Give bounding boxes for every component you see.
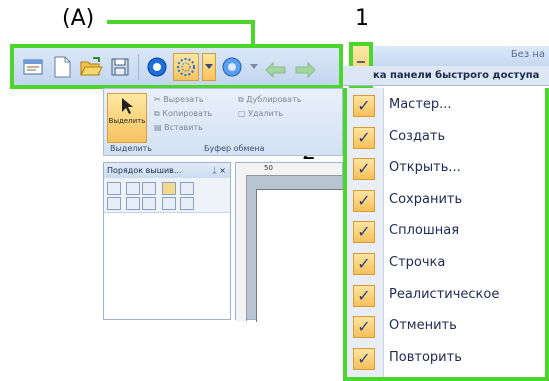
horizontal-ruler: 50 [236, 163, 342, 176]
checkmark-icon: ✓ [353, 189, 375, 212]
sewing-order-panel: Порядок вышив... ᛣ × [103, 162, 231, 320]
pointer-icon [122, 98, 133, 114]
cut-label: Вырезать [163, 95, 204, 104]
redo-icon [295, 61, 316, 78]
panel-tool-group-icon[interactable] [126, 197, 140, 210]
panel-title: Порядок вышив... [107, 166, 182, 175]
wizard-icon [23, 59, 43, 74]
checkmark-icon: ✓ [353, 253, 375, 275]
undo-icon [265, 61, 286, 78]
menu-item-label: Создать [389, 128, 446, 144]
select-button-label: Выделить [108, 117, 146, 125]
panel-tool-move-icon[interactable] [107, 197, 121, 210]
panel-header: Порядок вышив... ᛣ × [104, 163, 230, 178]
panel-tool-lock-icon[interactable] [162, 182, 176, 195]
customize-menu-title: ка панели быстрого доступа [343, 66, 549, 86]
cut-button[interactable]: ✂ Вырезать [154, 95, 204, 104]
save-button[interactable] [107, 53, 133, 81]
delete-label: Удалить [248, 109, 284, 118]
stitch-view-icon [177, 57, 195, 76]
menu-item-save[interactable]: ✓ Сохранить [347, 187, 549, 215]
menu-item-wizard[interactable]: ✓ Мастер... [347, 92, 549, 120]
menu-item-label: Повторить [389, 349, 462, 365]
chevron-down-icon [250, 63, 258, 69]
panel-tool-order2-icon[interactable] [142, 182, 156, 195]
callout-1: 1 [355, 6, 369, 31]
solid-view-icon [147, 57, 167, 76]
menu-item-redo[interactable]: ✓ Повторить [347, 345, 549, 373]
callout-a-leader-v [251, 20, 255, 46]
menu-item-stitch[interactable]: ✓ Строчка [347, 250, 549, 278]
panel-tool-zoom-icon[interactable] [107, 182, 121, 195]
save-icon [111, 58, 129, 75]
duplicate-button[interactable]: ⧉ Дублировать [238, 95, 301, 105]
ribbon-group-select: Выделить [110, 144, 152, 153]
new-button[interactable] [49, 53, 75, 81]
open-folder-icon [80, 56, 103, 75]
menu-item-open[interactable]: ✓ Открыть... [347, 155, 549, 183]
menu-item-new[interactable]: ✓ Создать [347, 124, 549, 152]
menu-item-label: Сохранить [389, 191, 463, 207]
window-title: Без на [510, 49, 545, 60]
design-canvas[interactable]: 50 [235, 162, 345, 322]
panel-tool-order-icon[interactable] [126, 182, 140, 195]
checkmark-icon: ✓ [353, 316, 375, 339]
paste-label: Вставить [164, 123, 203, 132]
design-page [256, 189, 345, 322]
callout-a: (A) [62, 6, 95, 31]
ribbon: Выделить ✂ Вырезать ⧉ Копировать ▤ Встав… [103, 88, 343, 156]
menu-item-label: Реалистическое [389, 286, 500, 302]
redo-button[interactable] [292, 53, 318, 81]
customize-quick-access-menu: ✓ Мастер... ✓ Создать ✓ Открыть... ✓ Сохранить ✓… [343, 88, 549, 381]
ribbon-group-clipboard: Буфер обмена [204, 144, 265, 153]
select-button[interactable]: Выделить [107, 93, 147, 143]
panel-toolbar [104, 178, 230, 213]
toolbar-separator [138, 53, 139, 80]
vertical-ruler [236, 175, 247, 321]
menu-item-label: Сплошная [389, 223, 460, 239]
checkmark-icon: ✓ [353, 284, 375, 307]
undo-button[interactable] [263, 53, 289, 81]
realistic-dropdown[interactable] [248, 53, 260, 81]
new-file-icon [54, 56, 71, 77]
realistic-view-icon [222, 57, 242, 76]
dropdown-arrow-icon [205, 63, 213, 69]
menu-item-label: Отменить [389, 318, 457, 334]
menu-item-undo[interactable]: ✓ Отменить [347, 313, 549, 341]
panel-tool-pointer-icon[interactable] [180, 197, 194, 210]
realistic-view-button[interactable] [219, 53, 245, 81]
panel-tool-frame-icon[interactable] [180, 182, 194, 195]
panel-tool-split-icon[interactable] [162, 197, 176, 210]
solid-view-button[interactable] [144, 53, 170, 81]
copy-button[interactable]: ⧉ Копировать [154, 109, 212, 119]
checkmark-icon: ✓ [353, 95, 375, 117]
checkmark-icon: ✓ [353, 347, 375, 370]
menu-item-realistic[interactable]: ✓ Реалистическое [347, 282, 549, 310]
paste-button[interactable]: ▤ Вставить [154, 123, 203, 132]
view-mode-dropdown[interactable] [202, 52, 216, 81]
wizard-button[interactable] [20, 53, 46, 81]
panel-tool-ungroup-icon[interactable] [142, 197, 156, 210]
checkmark-icon: ✓ [353, 221, 375, 244]
menu-item-label: Строчка [389, 255, 446, 270]
duplicate-label: Дублировать [246, 95, 302, 104]
open-button[interactable] [78, 53, 104, 81]
panel-pin-close[interactable]: ᛣ × [212, 163, 226, 178]
copy-label: Копировать [162, 109, 213, 118]
menu-item-solid[interactable]: ✓ Сплошная [347, 218, 549, 246]
quick-access-toolbar [10, 44, 343, 89]
menu-item-label: Мастер... [389, 97, 452, 112]
callout-a-leader-h [107, 20, 255, 24]
stitch-view-button[interactable] [173, 52, 199, 81]
checkmark-icon: ✓ [353, 126, 375, 149]
checkmark-icon: ✓ [353, 158, 375, 181]
ruler-mark: 50 [264, 164, 273, 172]
delete-button[interactable]: ▢ Удалить [238, 109, 283, 118]
menu-item-label: Открыть... [389, 160, 461, 176]
window-title-bar: Без на [372, 46, 549, 66]
